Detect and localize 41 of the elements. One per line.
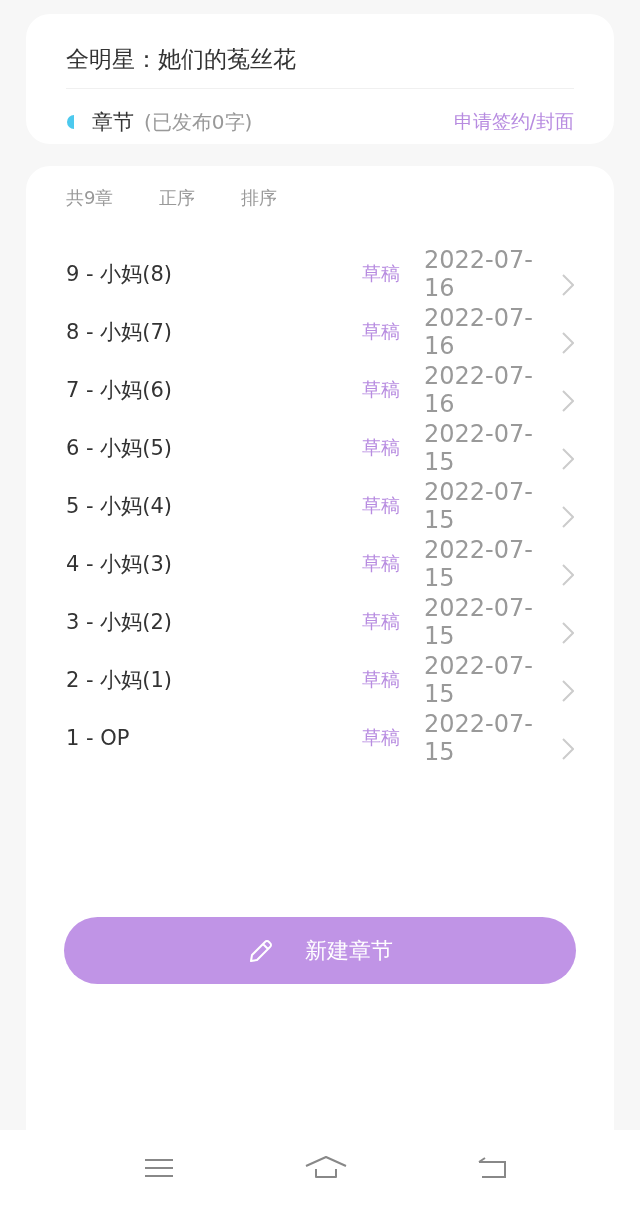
- status-label: 草稿: [362, 725, 401, 750]
- chapter-date: 2022-07-15: [424, 652, 534, 708]
- chevron-right-icon: [562, 332, 574, 354]
- chapter-title: 6 - 小妈(5): [66, 435, 174, 462]
- chevron-right-icon: [562, 680, 574, 702]
- status-label: 草稿: [362, 493, 401, 518]
- chevron-right-icon: [562, 738, 574, 760]
- chapter-date: 2022-07-15: [424, 594, 534, 650]
- section-label: 章节: [92, 109, 134, 136]
- status-label: 草稿: [362, 667, 401, 692]
- chapter-date: 2022-07-16: [424, 304, 534, 360]
- chapter-date: 2022-07-15: [424, 536, 534, 592]
- chapter-date: 2022-07-15: [424, 710, 534, 766]
- chapter-title: 9 - 小妈(8): [66, 261, 174, 288]
- chevron-right-icon: [562, 390, 574, 412]
- status-label: 草稿: [362, 319, 401, 344]
- chevron-right-icon: [562, 274, 574, 296]
- chapter-title: 8 - 小妈(7): [66, 319, 174, 346]
- chapter-title: 4 - 小妈(3): [66, 551, 174, 578]
- status-label: 草稿: [362, 435, 401, 460]
- status-label: 草稿: [362, 551, 401, 576]
- published-note: (已发布0字): [144, 108, 253, 136]
- status-label: 草稿: [362, 609, 401, 634]
- chapter-count: 共9章: [66, 186, 114, 210]
- chapter-title: 7 - 小妈(6): [66, 377, 174, 404]
- chevron-right-icon: [562, 564, 574, 586]
- chapter-date: 2022-07-15: [424, 420, 534, 476]
- marker-icon: [66, 115, 74, 129]
- status-label: 草稿: [362, 377, 401, 402]
- chevron-right-icon: [562, 448, 574, 470]
- chapter-date: 2022-07-16: [424, 246, 534, 302]
- status-label: 草稿: [362, 261, 401, 286]
- book-title: 全明星：她们的菟丝花: [66, 14, 574, 89]
- chapter-title: 3 - 小妈(2): [66, 609, 174, 636]
- chapter-title: 5 - 小妈(4): [66, 493, 174, 520]
- chapter-date: 2022-07-15: [424, 478, 534, 534]
- chevron-right-icon: [562, 506, 574, 528]
- chevron-right-icon: [562, 622, 574, 644]
- chapter-title: 1 - OP: [66, 726, 131, 750]
- chapter-date: 2022-07-16: [424, 362, 534, 418]
- chapter-title: 2 - 小妈(1): [66, 667, 174, 694]
